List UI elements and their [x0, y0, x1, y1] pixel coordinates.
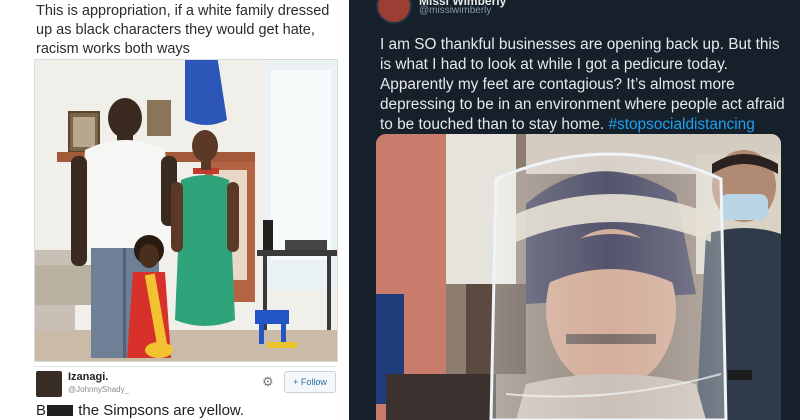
follow-button[interactable]: + Follow [284, 371, 336, 393]
avatar[interactable] [36, 371, 62, 397]
tweet-display-name[interactable]: Izanagi. [68, 371, 108, 383]
tweet-text-prefix: B [36, 402, 47, 419]
meme-caption: This is appropriation, if a white family… [36, 3, 330, 57]
redaction-bar [47, 405, 74, 416]
right-tweet-panel: Missi Wimberly @missiwimberly I am SO th… [349, 0, 800, 420]
tweet-text-suffix: the Simpsons are yellow. [78, 402, 245, 419]
salon-photo[interactable] [376, 134, 781, 420]
tweet-body: I am SO thankful businesses are opening … [380, 35, 790, 135]
family-photo[interactable] [34, 59, 338, 362]
add-user-icon: + [293, 377, 299, 387]
follow-label: Follow [300, 377, 327, 387]
salon-photo-illustration [376, 134, 781, 420]
family-photo-illustration [35, 60, 337, 361]
tweet-handle[interactable]: @JohnnyShady_ [68, 385, 129, 394]
left-meme-panel: This is appropriation, if a white family… [0, 0, 349, 420]
tweet-text: B the Simpsons are yellow. [36, 402, 244, 419]
hashtag-link[interactable]: #stopsocialdistancing [608, 116, 754, 133]
avatar[interactable] [376, 0, 412, 24]
tweet-handle[interactable]: @missiwimberly [419, 5, 491, 16]
gear-icon[interactable]: ⚙ [262, 374, 274, 390]
tweet-author-row: Izanagi. @JohnnyShady_ ⚙ + Follow [34, 366, 336, 397]
